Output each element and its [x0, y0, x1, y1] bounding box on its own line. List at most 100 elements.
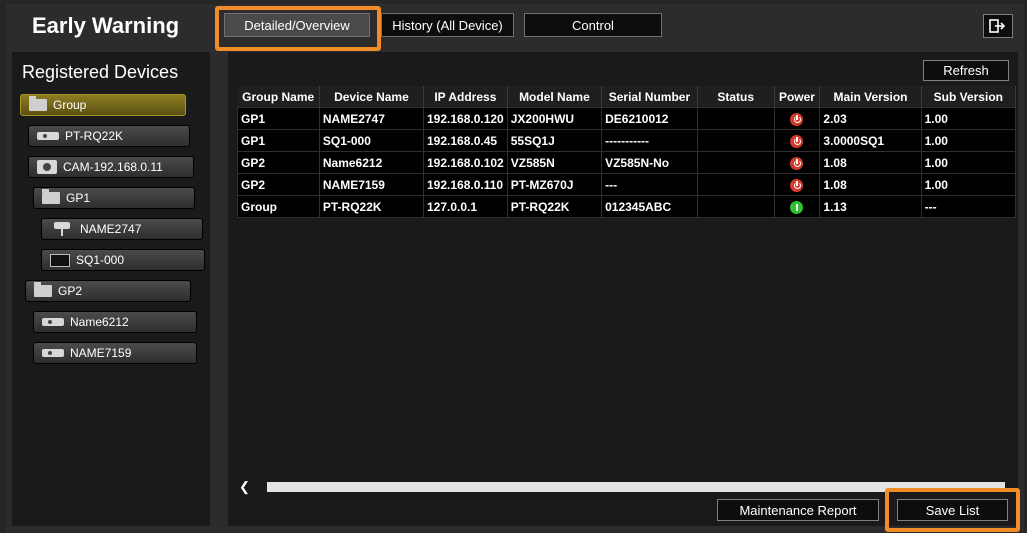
camera-icon: [37, 160, 57, 174]
cell-power: [773, 195, 821, 218]
tree-item-label: Group: [53, 98, 87, 112]
cell-serial-number: ---: [601, 173, 698, 196]
table-row[interactable]: GP2 NAME7159 192.168.0.110 PT-MZ670J --- 1.08…: [237, 173, 1016, 196]
table-header-row: Group Name Device Name IP Address Model …: [237, 86, 1016, 108]
cell-sub-version: ---: [920, 195, 1016, 218]
col-header-power[interactable]: Power: [774, 86, 821, 108]
cell-main-version: 1.08: [819, 173, 922, 196]
cell-model-name: PT-RQ22K: [506, 195, 603, 218]
cell-ip-address: 192.168.0.45: [422, 129, 508, 152]
power-on-icon: [790, 200, 804, 214]
tree-item-label: NAME2747: [80, 222, 142, 236]
cell-group-name: GP2: [237, 151, 320, 174]
cell-model-name: JX200HWU: [506, 107, 603, 130]
table-row[interactable]: GP1 SQ1-000 192.168.0.45 55SQ1J ----------- 3…: [237, 129, 1016, 152]
tree-item-name6212[interactable]: Name6212: [33, 311, 197, 333]
cell-serial-number: -----------: [601, 129, 698, 152]
refresh-button[interactable]: Refresh: [923, 60, 1009, 81]
scrollbar-thumb[interactable]: [267, 482, 1005, 492]
cell-group-name: Group: [237, 195, 320, 218]
cell-sub-version: 1.00: [920, 129, 1016, 152]
tree-item-label: CAM-192.168.0.11: [63, 160, 163, 174]
save-list-button[interactable]: Save List: [897, 499, 1008, 521]
tree-item-label: GP1: [66, 191, 91, 205]
power-off-icon: [790, 134, 804, 148]
cell-serial-number: DE6210012: [601, 107, 698, 130]
table-row[interactable]: GP2 Name6212 192.168.0.102 VZ585N VZ585N-No 1…: [237, 151, 1016, 174]
cell-power: [773, 173, 821, 196]
cell-status: [696, 173, 775, 196]
col-header-group-name[interactable]: Group Name: [237, 86, 320, 108]
cell-ip-address: 192.168.0.120: [422, 107, 508, 130]
table-row[interactable]: GP1 NAME2747 192.168.0.120 JX200HWU DE621001…: [237, 107, 1016, 130]
tree-item-gp2[interactable]: GP2: [25, 280, 191, 302]
tree-item-cam[interactable]: CAM-192.168.0.11: [28, 156, 194, 178]
cell-model-name: PT-MZ670J: [506, 173, 603, 196]
cell-power: [773, 107, 821, 130]
cell-group-name: GP2: [237, 173, 320, 196]
projector-icon: [37, 132, 59, 140]
horizontal-scrollbar[interactable]: ❮: [237, 479, 1016, 495]
tree-item-name2747[interactable]: NAME2747: [41, 218, 203, 240]
col-header-sub-version[interactable]: Sub Version: [921, 86, 1016, 108]
cell-main-version: 2.03: [819, 107, 922, 130]
table-row[interactable]: Group PT-RQ22K 127.0.0.1 PT-RQ22K 012345ABC 1…: [237, 195, 1016, 218]
col-header-ip-address[interactable]: IP Address: [423, 86, 508, 108]
cell-status: [696, 107, 775, 130]
power-off-icon: [790, 112, 804, 126]
col-header-device-name[interactable]: Device Name: [319, 86, 424, 108]
cell-status: [696, 129, 775, 152]
cell-sub-version: 1.00: [920, 151, 1016, 174]
tree-item-label: Name6212: [70, 315, 129, 329]
scroll-left-icon[interactable]: ❮: [239, 479, 250, 495]
logout-button[interactable]: [983, 14, 1013, 38]
cell-main-version: 3.0000SQ1: [819, 129, 922, 152]
power-off-icon: [790, 178, 804, 192]
cell-ip-address: 192.168.0.102: [422, 151, 508, 174]
cell-group-name: GP1: [237, 129, 320, 152]
cell-serial-number: VZ585N-No: [601, 151, 698, 174]
tree-item-label: SQ1-000: [76, 253, 125, 267]
tree-item-label: GP2: [58, 284, 83, 298]
device-table: Group Name Device Name IP Address Model …: [237, 86, 1016, 218]
app-title: Early Warning: [32, 13, 180, 38]
cell-ip-address: 192.168.0.110: [422, 173, 508, 196]
logout-icon: [989, 19, 1006, 33]
cell-sub-version: 1.00: [920, 173, 1016, 196]
col-header-main-version[interactable]: Main Version: [819, 86, 922, 108]
tree-item-group[interactable]: Group: [20, 94, 186, 116]
tab-detailed-overview[interactable]: Detailed/Overview: [224, 13, 370, 37]
cell-device-name: NAME2747: [318, 107, 424, 130]
cell-status: [696, 195, 775, 218]
cell-status: [696, 151, 775, 174]
col-header-serial-number[interactable]: Serial Number: [601, 86, 698, 108]
cell-serial-number: 012345ABC: [601, 195, 698, 218]
col-header-status[interactable]: Status: [697, 86, 775, 108]
maintenance-report-button[interactable]: Maintenance Report: [717, 499, 879, 521]
tree-item-name7159[interactable]: NAME7159: [33, 342, 197, 364]
tab-control[interactable]: Control: [524, 13, 662, 37]
tree-item-gp1[interactable]: GP1: [33, 187, 195, 209]
tab-history[interactable]: History (All Device): [381, 13, 514, 37]
cell-device-name: Name6212: [318, 151, 424, 174]
folder-icon: [42, 189, 60, 204]
cell-main-version: 1.13: [819, 195, 922, 218]
projector-icon: [42, 349, 64, 357]
col-header-model-name[interactable]: Model Name: [507, 86, 603, 108]
tree-item-pt-rq22k[interactable]: PT-RQ22K: [28, 125, 190, 147]
cell-sub-version: 1.00: [920, 107, 1016, 130]
sidebar-title: Registered Devices: [22, 62, 179, 82]
tree-item-sq1-000[interactable]: SQ1-000: [41, 249, 205, 271]
monitor-icon: [50, 253, 70, 267]
tree-item-label: PT-RQ22K: [65, 129, 124, 143]
cell-device-name: NAME7159: [318, 173, 424, 196]
cell-device-name: PT-RQ22K: [318, 195, 424, 218]
cell-device-name: SQ1-000: [318, 129, 424, 152]
tree-item-label: NAME7159: [70, 346, 132, 360]
cell-model-name: VZ585N: [506, 151, 603, 174]
cell-main-version: 1.08: [819, 151, 922, 174]
cell-model-name: 55SQ1J: [506, 129, 603, 152]
cell-power: [773, 129, 821, 152]
cell-group-name: GP1: [237, 107, 320, 130]
cell-ip-address: 127.0.0.1: [422, 195, 508, 218]
